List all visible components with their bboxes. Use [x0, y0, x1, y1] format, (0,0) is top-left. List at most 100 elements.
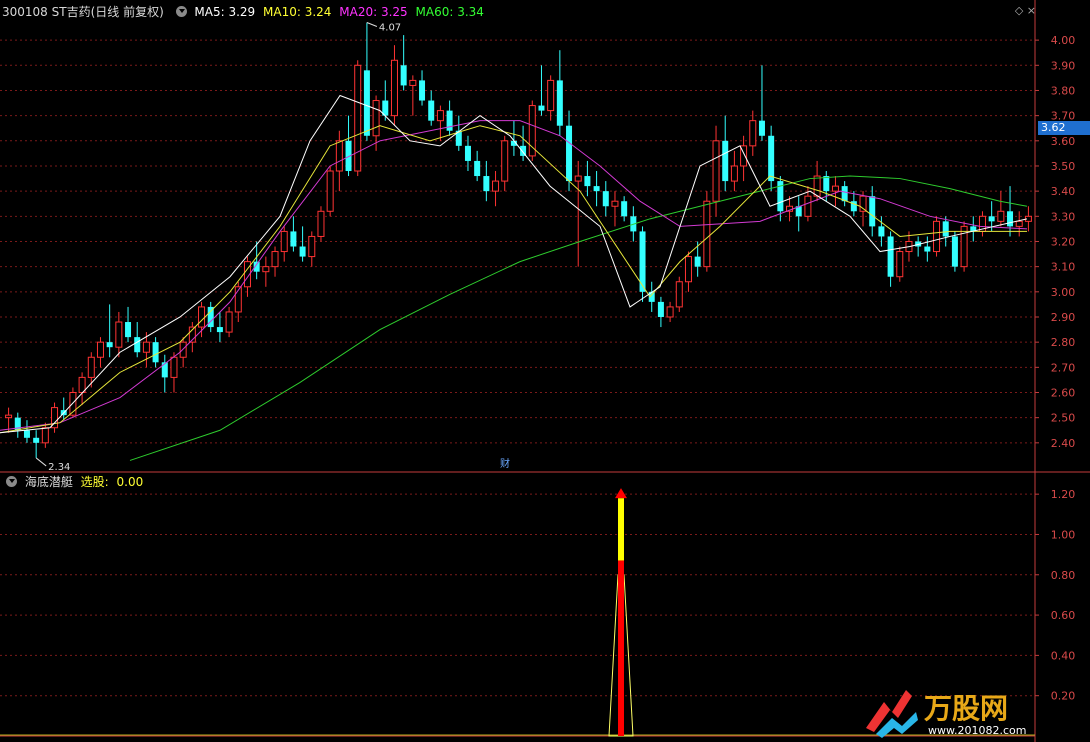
candle-body-up [354, 64, 362, 172]
candle-body-up [1015, 220, 1023, 227]
price-header: 300108 ST吉药(日线 前复权) MA5: 3.29 MA10: 3.24… [2, 2, 488, 22]
price-axis-label: 2.80 [1051, 336, 1076, 349]
candle-body-down [878, 226, 885, 237]
candle-body-up [335, 140, 343, 172]
signal-value: 0.00 [116, 475, 144, 489]
candle-body-down [988, 216, 995, 222]
signal-arrow-icon [615, 488, 627, 499]
candle-body-down [1007, 211, 1014, 227]
price-axis-label: 3.80 [1051, 84, 1076, 97]
candle-body-up [666, 306, 674, 318]
ma10-label: MA10: 3.24 [263, 5, 332, 19]
current-price-tag: 3.62 [1038, 121, 1090, 135]
signal-label: 选股: [80, 475, 109, 489]
candle-body-down [584, 176, 591, 187]
candle-body-up [896, 251, 904, 278]
signal-bar-top [618, 498, 624, 561]
ma5-label: MA5: 3.29 [194, 5, 256, 19]
candle-body-up [326, 170, 334, 212]
candle-body-down [887, 236, 894, 277]
indicator-menu-icon-2[interactable] [6, 476, 17, 487]
signal-bar [618, 560, 624, 736]
candle-body-down [758, 120, 765, 136]
brand-name: 万股网 [924, 692, 1008, 725]
candle-body-up [436, 110, 444, 122]
ma20-line [0, 120, 1028, 431]
candle-body-up [96, 341, 104, 358]
candle-body-down [419, 80, 426, 101]
low-pointer [35, 457, 47, 467]
candle-body-down [152, 342, 159, 363]
candle-body-down [161, 362, 168, 378]
indicator-menu-icon[interactable] [175, 6, 187, 17]
candle-body-up [933, 220, 941, 253]
high-pointer [366, 22, 378, 27]
candle-body-up [308, 235, 316, 258]
indicator-axis-label: 0.80 [1051, 569, 1076, 582]
candle-body-up [5, 414, 13, 419]
candle-body-down [474, 160, 481, 177]
candle-body-up [574, 175, 582, 182]
chart-canvas[interactable]: 4.003.903.803.703.603.503.403.303.203.10… [0, 0, 1090, 742]
candle-body-up [142, 341, 150, 353]
indicator-header: 海底潜艇 选股: 0.00 [2, 472, 147, 492]
candle-body-down [566, 125, 573, 182]
indicator-axis-label: 1.00 [1051, 528, 1076, 541]
candle-body-down [23, 430, 30, 438]
candle-body-down [216, 327, 223, 333]
candle-body-up [390, 59, 398, 117]
indicator-axis-label: 0.60 [1051, 609, 1076, 622]
candle-body-down [464, 145, 471, 161]
indicator-axis-label: 0.40 [1051, 649, 1076, 662]
candle-body-up [198, 306, 206, 328]
candle-body-up [115, 321, 123, 348]
indicator-name: 海底潜艇 [24, 475, 73, 489]
ma10-line [0, 125, 1027, 434]
indicator-axis-label: 1.20 [1051, 488, 1076, 501]
candle-body-down [869, 196, 876, 227]
price-axis-label: 3.30 [1051, 210, 1076, 223]
ma60-label: MA60: 3.34 [415, 5, 484, 19]
chart-window[interactable]: 4.00 3.90 3.80 3.70 3.60 3.50 3.40 3.30 3.20 3.10… [0, 0, 1090, 742]
brand-url: www.201082.com [928, 724, 1026, 737]
candle-body-down [621, 201, 628, 217]
price-axis-label: 3.00 [1051, 286, 1076, 299]
candle-body-up [409, 79, 417, 86]
candle-body-down [106, 342, 113, 348]
candle-body-up [271, 251, 279, 268]
price-axis-label: 3.10 [1051, 261, 1076, 274]
price-axis-label: 4.00 [1051, 34, 1076, 47]
candle-body-up [749, 120, 757, 147]
candle-body-down [483, 176, 490, 192]
candle-body-up [372, 100, 380, 137]
candle-body-down [363, 70, 370, 136]
finance-event-marker[interactable]: 财 [500, 457, 510, 470]
candle-body-up [804, 195, 812, 217]
candle-body-down [768, 135, 775, 182]
candle-body-down [924, 246, 931, 252]
candle-body-up [684, 256, 692, 283]
candle-body-up [547, 79, 555, 112]
candle-body-down [694, 256, 701, 267]
price-axis-label: 3.60 [1051, 135, 1076, 148]
price-axis-label: 2.40 [1051, 437, 1076, 450]
candle-body-up [41, 427, 49, 444]
candle-body-up [611, 200, 619, 207]
candle-body-down [722, 140, 729, 182]
candle-body-up [997, 210, 1005, 222]
candle-body-up [831, 185, 839, 192]
candle-body-down [299, 246, 306, 257]
window-controls[interactable]: ◇ × [1015, 4, 1036, 17]
candle-body-down [290, 231, 297, 247]
candle-body-up [528, 105, 536, 157]
candle-body-down [593, 186, 600, 192]
ma20-label: MA20: 3.25 [339, 5, 408, 19]
candle-body-up [317, 210, 325, 237]
candle-body-up [87, 356, 95, 378]
price-axis-label: 3.40 [1051, 185, 1076, 198]
price-axis-label: 2.60 [1051, 386, 1076, 399]
price-axis-label: 3.90 [1051, 59, 1076, 72]
candle-body-down [538, 105, 545, 111]
stock-title: 300108 ST吉药(日线 前复权) [2, 5, 164, 19]
candle-body-down [823, 176, 830, 192]
